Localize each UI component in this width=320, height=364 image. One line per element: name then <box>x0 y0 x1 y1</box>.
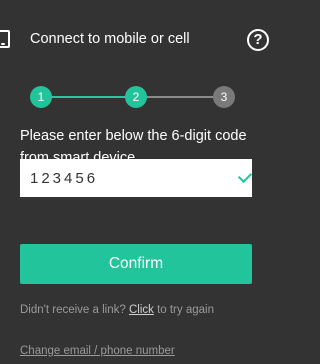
step-3: 3 <box>213 86 235 108</box>
help-icon[interactable]: ? <box>247 29 269 51</box>
change-email-phone-link[interactable]: Change email / phone number <box>20 345 175 357</box>
step-connector-completed <box>42 96 135 98</box>
dialog-header: Connect to mobile or cell ? <box>0 0 269 80</box>
resend-suffix: to try again <box>153 304 214 316</box>
check-icon <box>237 168 253 184</box>
progress-stepper: 1 2 3 <box>30 86 240 108</box>
dialog-title: Connect to mobile or cell <box>30 31 190 47</box>
resend-text: Didn't receive a link? Click to try agai… <box>20 304 260 316</box>
step-2: 2 <box>125 86 147 108</box>
verification-code-field <box>20 159 253 197</box>
resend-prefix: Didn't receive a link? <box>20 304 129 316</box>
mobile-phone-icon <box>0 30 10 48</box>
confirm-button[interactable]: Confirm <box>20 244 252 284</box>
resend-click-link[interactable]: Click <box>129 304 154 316</box>
verification-code-input[interactable] <box>20 159 220 197</box>
step-1: 1 <box>30 86 52 108</box>
